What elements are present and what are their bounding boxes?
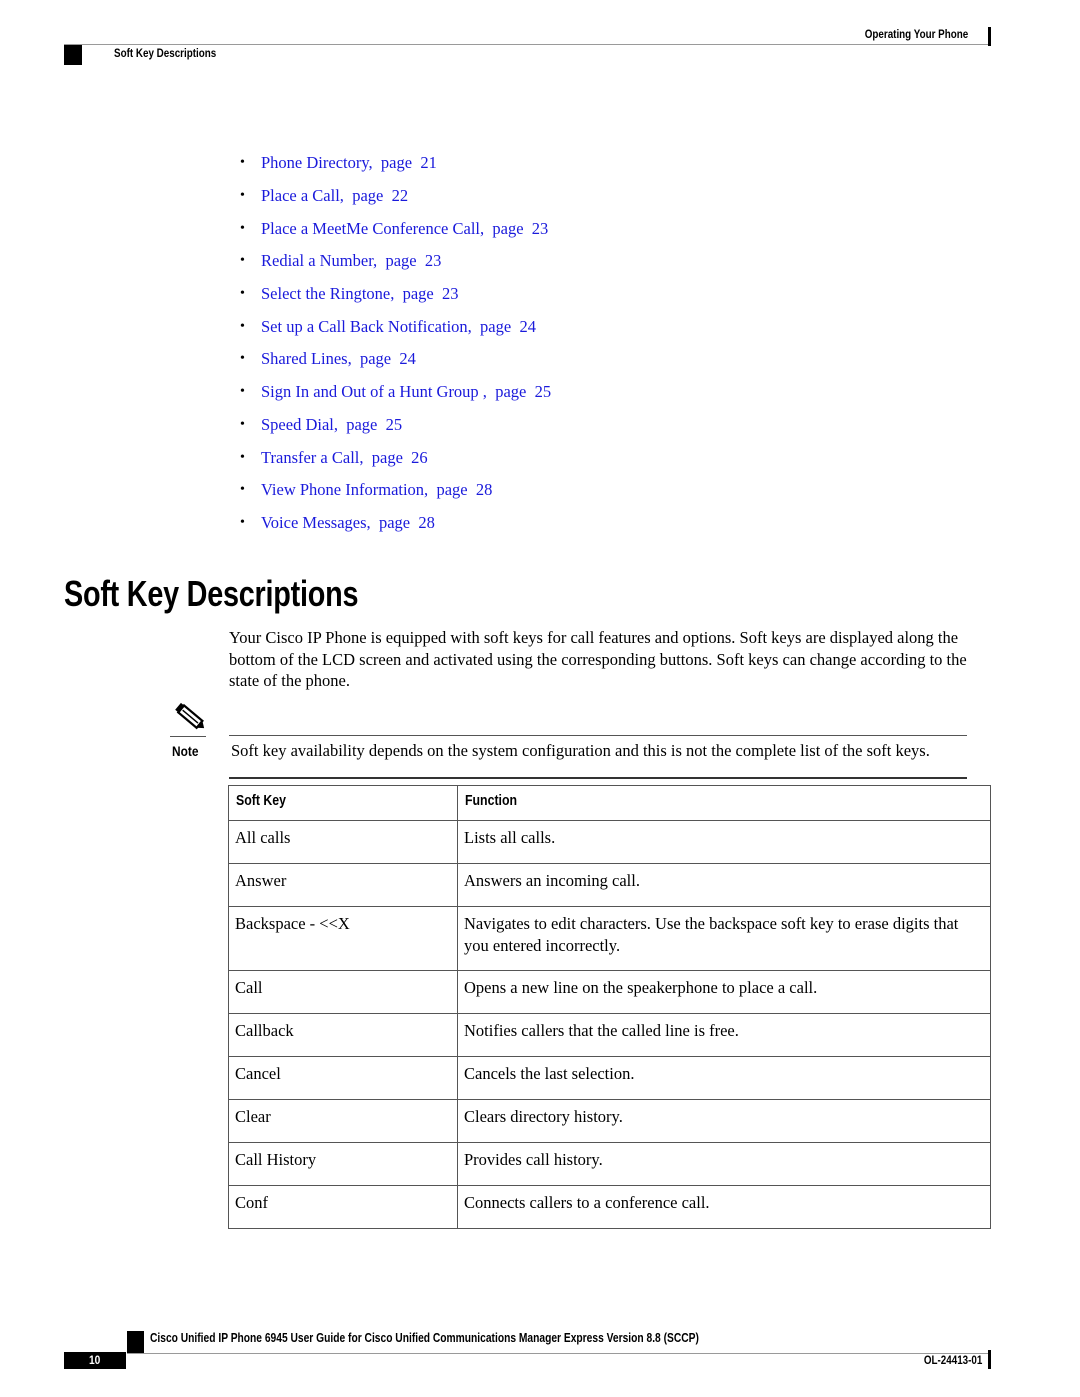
- table-header-row: Soft Key Function: [228, 785, 991, 821]
- bullet-icon: •: [240, 188, 245, 204]
- soft-key-cell: Cancel: [228, 1056, 458, 1100]
- topic-list-item: • Place a Call, page 22: [240, 180, 551, 213]
- soft-key-cell: Answer: [228, 863, 458, 907]
- topic-list-item: • Place a MeetMe Conference Call, page 23: [240, 212, 551, 245]
- bullet-icon: •: [240, 416, 245, 432]
- bullet-icon: •: [240, 318, 245, 334]
- table-row: Call History Provides call history.: [228, 1142, 991, 1186]
- table-row: Call Opens a new line on the speakerphone…: [228, 970, 991, 1014]
- table-row: Callback Notifies callers that the called…: [228, 1013, 991, 1057]
- pencil-icon: [175, 702, 205, 730]
- bullet-icon: •: [240, 449, 245, 465]
- header-block-marker: [64, 45, 82, 65]
- bullet-icon: •: [240, 155, 245, 171]
- topic-link[interactable]: Voice Messages, page 28: [261, 513, 435, 533]
- topic-list-item: • Select the Ringtone, page 23: [240, 278, 551, 311]
- document-number: OL-24413-01: [923, 1353, 982, 1367]
- topic-link[interactable]: Shared Lines, page 24: [261, 349, 416, 369]
- header-bar-marker: [988, 27, 991, 46]
- topic-link[interactable]: Place a MeetMe Conference Call, page 23: [261, 219, 548, 239]
- function-cell: Navigates to edit characters. Use the ba…: [457, 906, 991, 971]
- note-label: Note: [172, 743, 199, 759]
- header-chapter-title: Operating Your Phone: [864, 27, 968, 41]
- soft-key-cell: All calls: [228, 820, 458, 864]
- bullet-icon: •: [240, 253, 245, 269]
- bullet-icon: •: [240, 351, 245, 367]
- bullet-icon: •: [240, 482, 245, 498]
- table-row: All calls Lists all calls.: [228, 820, 991, 864]
- header-section-title: Soft Key Descriptions: [114, 46, 217, 60]
- note-text: Soft key availability depends on the sys…: [231, 741, 930, 760]
- soft-key-cell: Call: [228, 970, 458, 1014]
- topic-list-item: • Transfer a Call, page 26: [240, 441, 551, 474]
- topic-link[interactable]: Sign In and Out of a Hunt Group , page 2…: [261, 382, 551, 402]
- topic-list-item: • Set up a Call Back Notification, page 2…: [240, 310, 551, 343]
- topic-list-item: • View Phone Information, page 28: [240, 474, 551, 507]
- table-row: Conf Connects callers to a conference cal…: [228, 1185, 991, 1229]
- footer-bar-marker: [988, 1350, 991, 1369]
- topic-link[interactable]: Select the Ringtone, page 23: [261, 284, 459, 304]
- function-cell: Provides call history.: [457, 1142, 991, 1186]
- section-heading: Soft Key Descriptions: [64, 573, 359, 614]
- soft-key-cell: Clear: [228, 1099, 458, 1143]
- topic-link[interactable]: Set up a Call Back Notification, page 24: [261, 317, 536, 337]
- topic-list-item: • Speed Dial, page 25: [240, 409, 551, 442]
- function-cell: Connects callers to a conference call.: [457, 1185, 991, 1229]
- topic-list-item: • Redial a Number, page 23: [240, 245, 551, 278]
- topic-list-item: • Phone Directory, page 21: [240, 147, 551, 180]
- column-header-function: Function: [457, 785, 991, 821]
- topic-link[interactable]: Phone Directory, page 21: [261, 153, 437, 173]
- table-row: Backspace - <<X Navigates to edit charact…: [228, 906, 991, 971]
- bullet-icon: •: [240, 514, 245, 530]
- page-number: 10: [64, 1352, 126, 1369]
- footer-guide-title: Cisco Unified IP Phone 6945 User Guide f…: [150, 1331, 699, 1345]
- topic-link[interactable]: Redial a Number, page 23: [261, 251, 441, 271]
- bullet-icon: •: [240, 220, 245, 236]
- topic-list-item: • Sign In and Out of a Hunt Group , page …: [240, 376, 551, 409]
- footer-block-marker: [127, 1331, 144, 1354]
- footer-rule: [127, 1353, 990, 1354]
- topic-link[interactable]: View Phone Information, page 28: [261, 480, 492, 500]
- bullet-icon: •: [240, 384, 245, 400]
- note-bottom-rule: [229, 777, 967, 779]
- topic-link[interactable]: Speed Dial, page 25: [261, 415, 402, 435]
- function-cell: Notifies callers that the called line is…: [457, 1013, 991, 1057]
- table-row: Cancel Cancels the last selection.: [228, 1056, 991, 1100]
- function-cell: Clears directory history.: [457, 1099, 991, 1143]
- topic-link[interactable]: Place a Call, page 22: [261, 186, 408, 206]
- table-row: Clear Clears directory history.: [228, 1099, 991, 1143]
- soft-key-cell: Conf: [228, 1185, 458, 1229]
- soft-key-cell: Call History: [228, 1142, 458, 1186]
- soft-key-cell: Backspace - <<X: [228, 906, 458, 971]
- topic-list-item: • Shared Lines, page 24: [240, 343, 551, 376]
- function-cell: Opens a new line on the speakerphone to …: [457, 970, 991, 1014]
- column-header-soft-key: Soft Key: [228, 785, 458, 821]
- soft-key-table: Soft Key Function All calls Lists all cal…: [228, 785, 991, 1229]
- note-top-rule: [229, 735, 967, 736]
- topic-link[interactable]: Transfer a Call, page 26: [261, 448, 428, 468]
- intro-paragraph: Your Cisco IP Phone is equipped with sof…: [229, 628, 967, 690]
- table-row: Answer Answers an incoming call.: [228, 863, 991, 907]
- header-rule: [64, 44, 990, 45]
- function-cell: Answers an incoming call.: [457, 863, 991, 907]
- topic-link-list: • Phone Directory, page 21 • Place a Call,…: [240, 147, 551, 539]
- soft-key-cell: Callback: [228, 1013, 458, 1057]
- note-icon-rule: [170, 736, 206, 737]
- topic-list-item: • Voice Messages, page 28: [240, 507, 551, 540]
- function-cell: Cancels the last selection.: [457, 1056, 991, 1100]
- bullet-icon: •: [240, 286, 245, 302]
- function-cell: Lists all calls.: [457, 820, 991, 864]
